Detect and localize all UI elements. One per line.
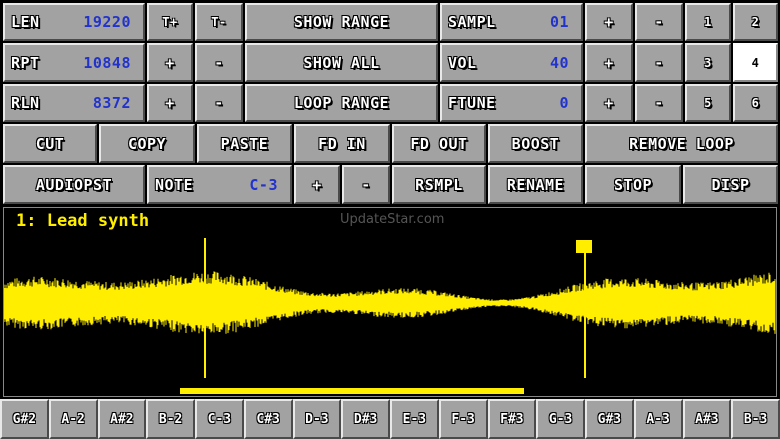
sampl-value: 01 <box>549 13 569 31</box>
rpt-minus-button[interactable]: - <box>195 43 243 82</box>
ftune-minus-button[interactable]: - <box>635 84 683 122</box>
resample-button[interactable]: RSMPL <box>392 165 486 204</box>
note-key-asharp3[interactable]: A#3 <box>682 399 732 439</box>
rpt-value: 10848 <box>83 53 131 72</box>
ftune-plus-button[interactable]: + <box>585 84 633 122</box>
len-field[interactable]: LEN 19220 <box>3 3 145 41</box>
note-key-dsharp3[interactable]: D#3 <box>341 399 390 439</box>
sampl-label: SAMPL <box>448 13 496 31</box>
note-label: NOTE <box>155 175 194 194</box>
sampl-field[interactable]: SAMPL 01 <box>440 3 583 41</box>
rln-plus-button[interactable]: + <box>147 84 193 122</box>
fade-out-button[interactable]: FD OUT <box>392 124 486 163</box>
len-label: LEN <box>11 13 40 31</box>
note-value: C-3 <box>249 175 278 194</box>
note-minus-button[interactable]: - <box>342 165 390 204</box>
vol-field[interactable]: VOL 40 <box>440 43 583 82</box>
show-range-button[interactable]: SHOW RANGE <box>245 3 438 41</box>
rln-value: 8372 <box>92 94 131 112</box>
note-key-a-2[interactable]: A-2 <box>48 399 98 439</box>
note-key-csharp3[interactable]: C#3 <box>243 399 293 439</box>
t-minus-button[interactable]: T- <box>195 3 243 41</box>
vol-value: 40 <box>549 53 569 72</box>
fade-in-button[interactable]: FD IN <box>294 124 390 163</box>
sample-title: 1: Lead synth <box>16 211 150 231</box>
note-key-f-3[interactable]: F-3 <box>438 399 488 439</box>
note-key-asharp2[interactable]: A#2 <box>97 399 147 439</box>
loop-end-marker[interactable] <box>584 246 586 378</box>
page-button-3[interactable]: 3 <box>685 43 731 82</box>
page-button-1[interactable]: 1 <box>685 3 731 41</box>
rln-label: RLN <box>11 94 40 112</box>
vol-minus-button[interactable]: - <box>635 43 683 82</box>
note-key-g-3[interactable]: G-3 <box>536 399 585 439</box>
rln-minus-button[interactable]: - <box>195 84 243 122</box>
cut-button[interactable]: CUT <box>3 124 97 163</box>
page-button-4[interactable]: 4 <box>733 43 778 82</box>
audiopst-button[interactable]: AUDIOPST <box>3 165 145 204</box>
note-key-gsharp3[interactable]: G#3 <box>585 399 634 439</box>
boost-button[interactable]: BOOST <box>488 124 583 163</box>
show-all-button[interactable]: SHOW ALL <box>245 43 438 82</box>
loop-start-marker[interactable] <box>204 238 206 378</box>
loop-range-button[interactable]: LOOP RANGE <box>245 84 438 122</box>
rpt-field[interactable]: RPT 10848 <box>3 43 145 82</box>
note-key-fsharp3[interactable]: F#3 <box>487 399 537 439</box>
vol-label: VOL <box>448 53 477 72</box>
stop-button[interactable]: STOP <box>585 165 681 204</box>
note-key-b-3[interactable]: B-3 <box>731 399 780 439</box>
note-key-b-2[interactable]: B-2 <box>146 399 195 439</box>
page-button-5[interactable]: 5 <box>685 84 731 122</box>
rename-button[interactable]: RENAME <box>488 165 583 204</box>
ftune-label: FTUNE <box>448 94 496 112</box>
ftune-value: 0 <box>559 94 569 112</box>
waveform-svg[interactable] <box>3 208 776 396</box>
paste-button[interactable]: PASTE <box>197 124 292 163</box>
vol-plus-button[interactable]: + <box>585 43 633 82</box>
scroll-bar[interactable] <box>180 388 524 394</box>
rpt-label: RPT <box>11 53 40 72</box>
page-button-2[interactable]: 2 <box>733 3 778 41</box>
loop-end-handle[interactable] <box>576 240 592 253</box>
watermark: UpdateStar.com <box>340 212 445 227</box>
len-value: 19220 <box>83 13 131 31</box>
note-key-a-3[interactable]: A-3 <box>633 399 683 439</box>
disp-button[interactable]: DISP <box>683 165 778 204</box>
note-key-c-3[interactable]: C-3 <box>195 399 244 439</box>
remove-loop-button[interactable]: REMOVE LOOP <box>585 124 778 163</box>
note-key-e-3[interactable]: E-3 <box>390 399 439 439</box>
page-button-6[interactable]: 6 <box>733 84 778 122</box>
ftune-field[interactable]: FTUNE 0 <box>440 84 583 122</box>
waveform-trace <box>3 271 776 334</box>
copy-button[interactable]: COPY <box>99 124 195 163</box>
waveform-display[interactable] <box>3 207 777 397</box>
note-key-gsharp2[interactable]: G#2 <box>0 399 49 439</box>
note-key-d-3[interactable]: D-3 <box>292 399 342 439</box>
t-plus-button[interactable]: T+ <box>147 3 193 41</box>
sampl-plus-button[interactable]: + <box>585 3 633 41</box>
rpt-plus-button[interactable]: + <box>147 43 193 82</box>
sampl-minus-button[interactable]: - <box>635 3 683 41</box>
note-plus-button[interactable]: + <box>294 165 340 204</box>
note-field[interactable]: NOTE C-3 <box>147 165 292 204</box>
rln-field[interactable]: RLN 8372 <box>3 84 145 122</box>
